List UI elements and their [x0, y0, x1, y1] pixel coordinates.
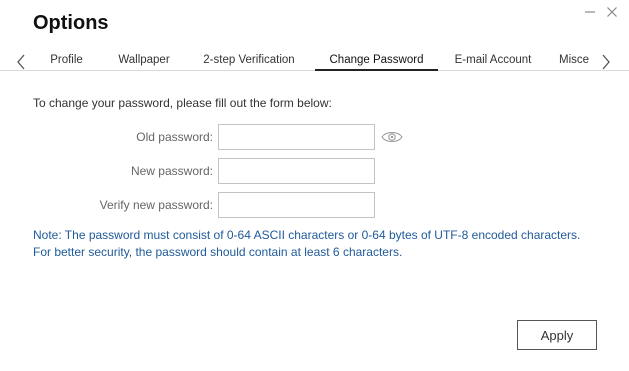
tab-2-step-verification[interactable]: 2-step Verification [195, 50, 303, 69]
tab-strip: Profile Wallpaper 2-step Verification Ch… [33, 50, 595, 71]
options-dialog: Options Profile Wallpaper 2-step Verific… [0, 0, 629, 371]
old-password-row: Old password: [0, 124, 629, 150]
apply-button[interactable]: Apply [517, 320, 597, 350]
chevron-right-icon[interactable] [599, 53, 613, 71]
close-icon[interactable] [605, 5, 619, 19]
note-text-1: : The password must consist of 0-64 ASCI… [58, 228, 581, 242]
tab-email-account[interactable]: E-mail Account [447, 50, 539, 69]
old-password-label: Old password: [136, 130, 213, 144]
note-line-2: For better security, the password should… [33, 244, 403, 259]
tab-profile[interactable]: Profile [33, 50, 100, 69]
note-line-1: Note: The password must consist of 0-64 … [33, 227, 613, 244]
new-password-row: New password: [0, 158, 629, 184]
form-intro: To change your password, please fill out… [33, 96, 332, 110]
verify-password-label: Verify new password: [99, 198, 213, 212]
minimize-icon[interactable] [583, 5, 597, 19]
new-password-label: New password: [130, 164, 213, 178]
eye-icon[interactable] [380, 127, 404, 147]
window-controls [583, 5, 619, 19]
verify-password-row: Verify new password: [0, 192, 629, 218]
chevron-left-icon[interactable] [14, 53, 28, 71]
tab-wallpaper[interactable]: Wallpaper [109, 50, 179, 69]
note-label: Note [33, 228, 59, 242]
password-note: Note: The password must consist of 0-64 … [33, 227, 613, 260]
verify-password-input[interactable] [218, 192, 375, 218]
tab-miscellaneous[interactable]: Misce [559, 50, 595, 69]
tab-change-password[interactable]: Change Password [315, 50, 438, 71]
dialog-title: Options [33, 12, 109, 34]
old-password-input[interactable] [218, 124, 375, 150]
new-password-input[interactable] [218, 158, 375, 184]
